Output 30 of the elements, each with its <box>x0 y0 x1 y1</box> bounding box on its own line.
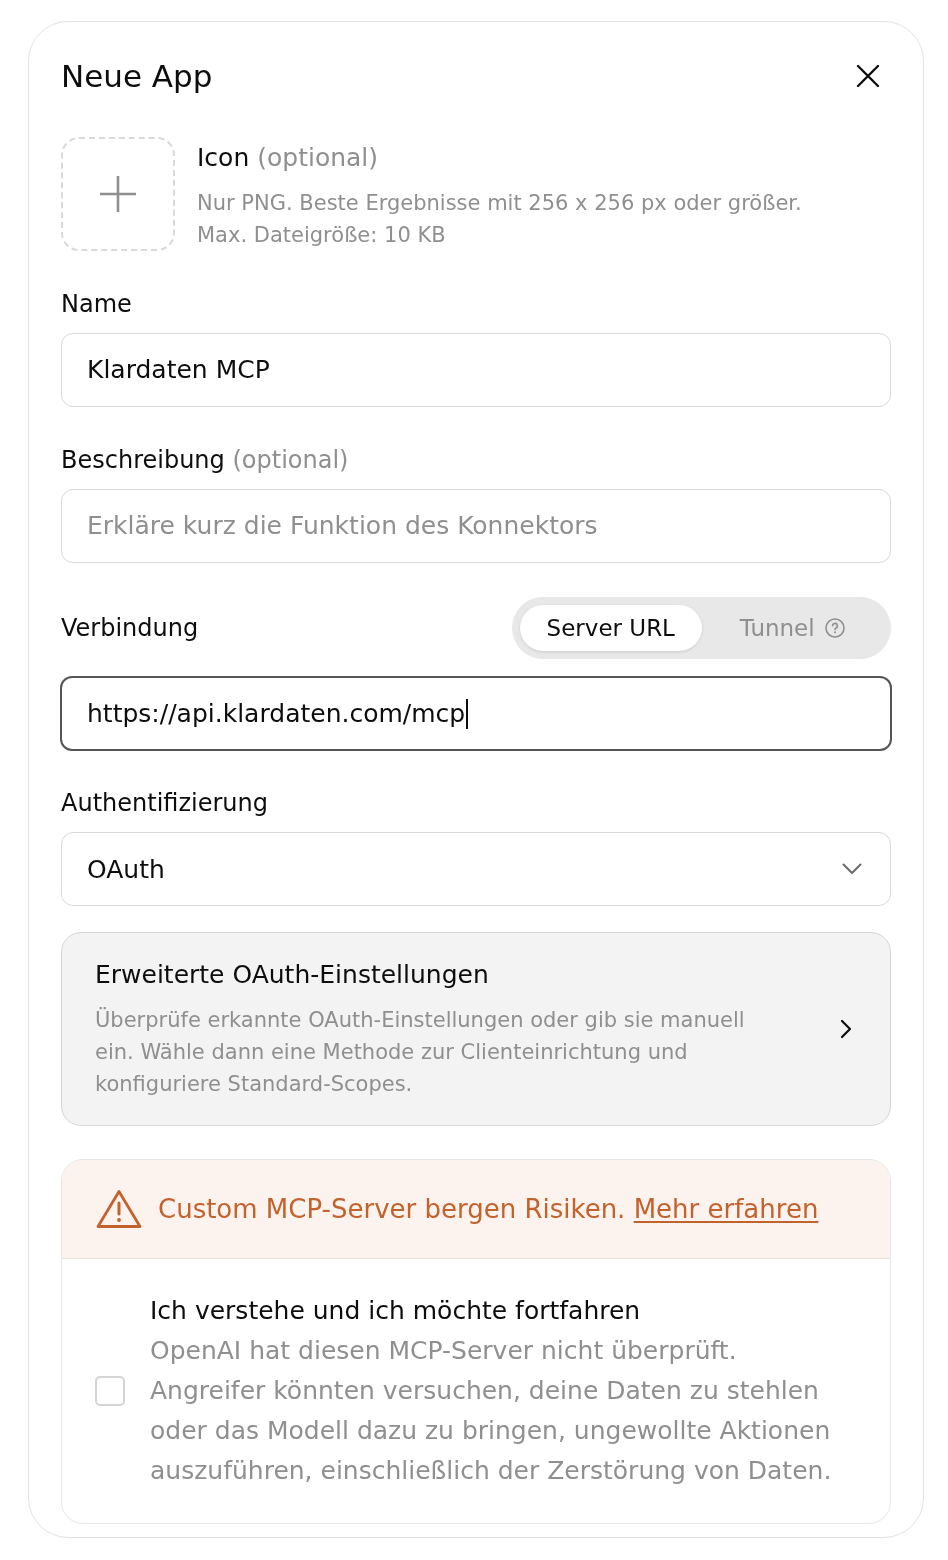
optional-note: (optional) <box>232 445 349 474</box>
advanced-settings-card[interactable]: Erweiterte OAuth-Einstellungen Überprüfe erkannte OAuth-Einstellungen oder gib sie manuell ein. Wähle dann eine Methode zur Clienteinrichtung und konfiguriere Standard-Scopes. <box>61 932 891 1126</box>
icon-hint-text: Nur PNG. Beste Ergebnisse mit 256 x 256 px oder größer. <box>197 190 802 215</box>
plus-icon <box>100 175 136 212</box>
card-title: Erweiterte OAuth-Einstellungen <box>95 958 490 991</box>
field-label: Verbindung <box>61 612 199 643</box>
learn-more-link[interactable]: Mehr erfahren <box>633 1193 819 1224</box>
field-label: Name <box>61 289 132 318</box>
field-label: Authentifizierung <box>61 789 268 818</box>
name-input[interactable]: Klardaten MCP <box>61 332 891 407</box>
text-cursor-icon <box>466 698 469 729</box>
warning-icon <box>96 1188 142 1229</box>
connection-tab[interactable]: Server URL <box>520 604 702 651</box>
server-url-input[interactable]: https://api.klardaten.com/mcp <box>60 675 892 752</box>
consent-title: Ich verstehe und ich möchte fortfahren <box>150 1294 642 1327</box>
icon-hint-text: Max. Dateigröße: 10 KB <box>197 222 446 247</box>
icon-label: Icon <box>197 142 250 172</box>
icon-upload-button[interactable] <box>61 136 175 251</box>
warning-message: Custom MCP-Server bergen Risiken. Mehr erfahren <box>158 1193 819 1224</box>
consent-checkbox[interactable] <box>95 1375 125 1406</box>
card-description: Überprüfe erkannte OAuth-Einstellungen oder gib sie manuell ein. Wähle dann eine Methode zur Clienteinrichtung und konfiguriere Standard-Scopes. <box>95 1006 746 1098</box>
chevron-down-icon <box>842 863 862 876</box>
authentication-select[interactable]: OAuth <box>61 832 891 907</box>
close-icon <box>856 63 880 88</box>
consent-description: OpenAI hat diesen MCP-Server nicht überprüft. Angreifer könnten versuchen, deine Daten zu stehlen oder das Modell dazu zu bringen, ungewollte Aktionen auszuführen, einschließlich der Zerstörung von Daten. <box>150 1334 833 1487</box>
dialog-title: Neue App <box>61 56 213 96</box>
optional-note: (optional) <box>257 142 379 172</box>
chevron-right-icon <box>840 1019 852 1040</box>
close-button[interactable] <box>856 63 880 88</box>
field-label: Beschreibung <box>61 445 225 474</box>
